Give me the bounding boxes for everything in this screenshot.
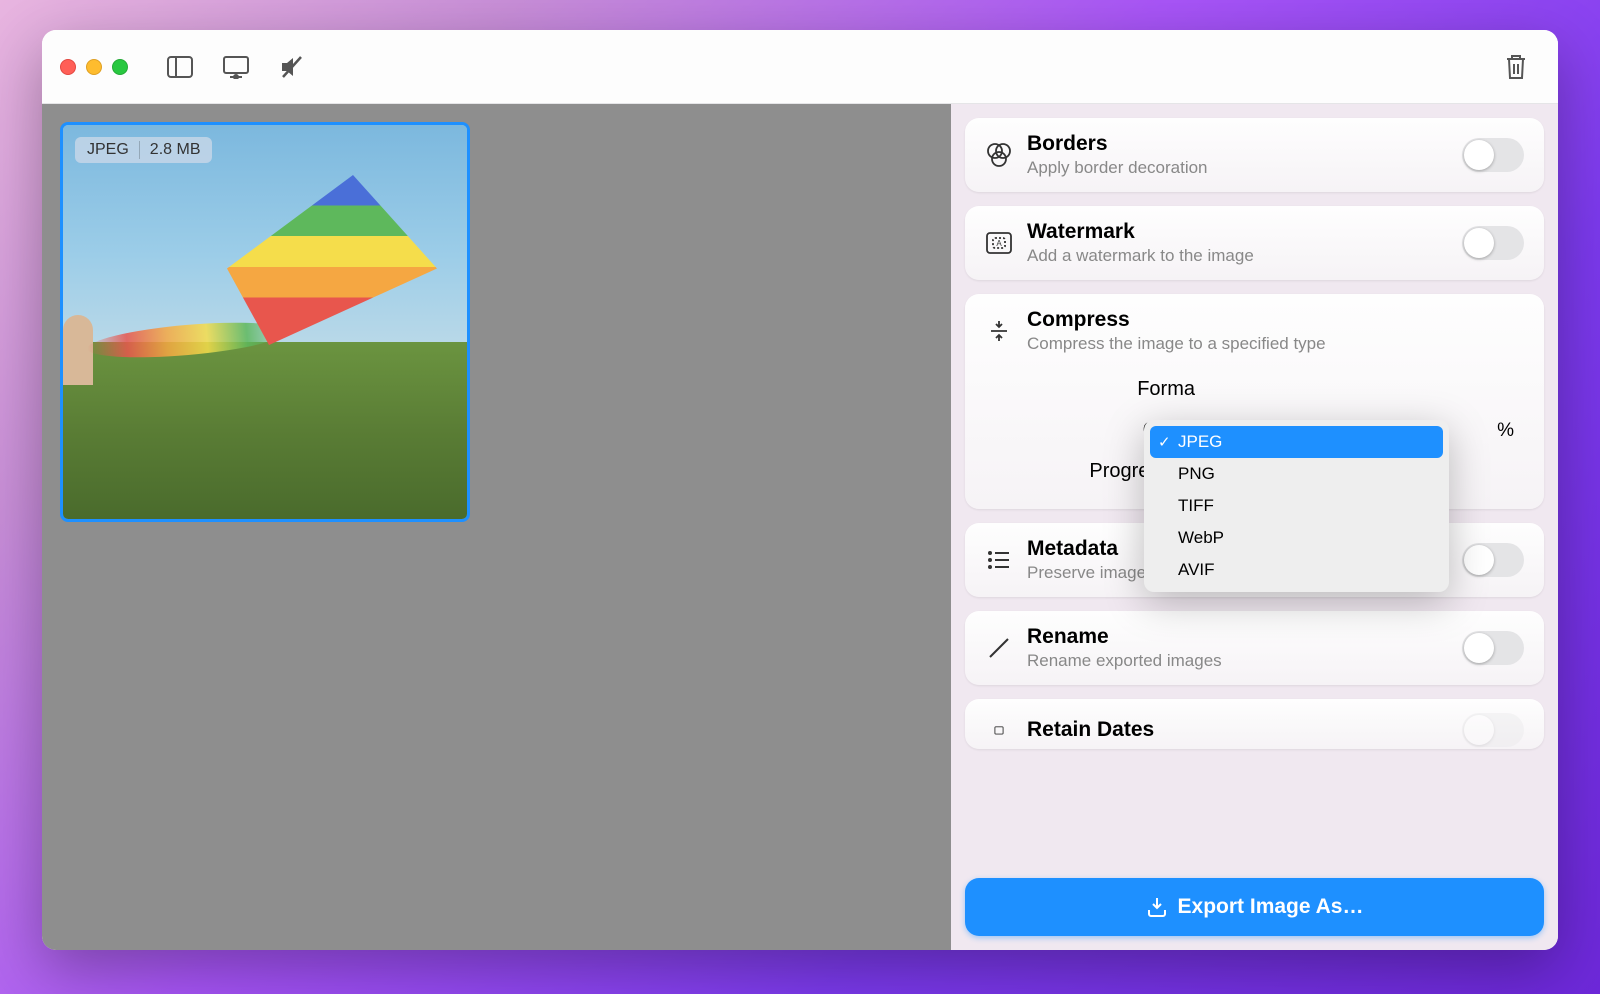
retain-dates-card: Retain Dates bbox=[965, 699, 1544, 749]
zoom-button[interactable] bbox=[112, 59, 128, 75]
rename-sub: Rename exported images bbox=[1027, 651, 1448, 671]
toolbar bbox=[42, 30, 1558, 104]
thumbnail-size: 2.8 MB bbox=[150, 141, 201, 159]
export-label: Export Image As… bbox=[1178, 895, 1364, 919]
trash-button[interactable] bbox=[1492, 47, 1540, 87]
borders-sub: Apply border decoration bbox=[1027, 158, 1448, 178]
rename-title: Rename bbox=[1027, 625, 1448, 649]
retain-dates-toggle[interactable] bbox=[1462, 713, 1524, 747]
speaker-muted-icon bbox=[279, 55, 305, 79]
window-controls bbox=[60, 59, 128, 75]
borders-card: Borders Apply border decoration bbox=[965, 118, 1544, 192]
thumbnail-badge: JPEG 2.8 MB bbox=[75, 137, 212, 163]
watermark-title: Watermark bbox=[1027, 220, 1448, 244]
format-label: Forma bbox=[985, 378, 1195, 401]
watermark-icon: A bbox=[985, 232, 1013, 254]
watermark-toggle[interactable] bbox=[1462, 226, 1524, 260]
content-area: JPEG 2.8 MB Borders Apply border decorat… bbox=[42, 104, 1558, 950]
sidebar-toggle-button[interactable] bbox=[156, 47, 204, 87]
rename-card: Rename Rename exported images bbox=[965, 611, 1544, 685]
format-dropdown[interactable]: JPEG PNG TIFF WebP AVIF bbox=[1144, 420, 1449, 592]
borders-title: Borders bbox=[1027, 132, 1448, 156]
compress-title: Compress bbox=[1027, 308, 1524, 332]
close-button[interactable] bbox=[60, 59, 76, 75]
compress-sub: Compress the image to a specified type bbox=[1027, 334, 1524, 354]
thumbnail-format: JPEG bbox=[87, 141, 129, 159]
retain-dates-title: Retain Dates bbox=[1027, 718, 1448, 742]
minimize-button[interactable] bbox=[86, 59, 102, 75]
dropdown-option-webp[interactable]: WebP bbox=[1150, 522, 1443, 554]
display-icon bbox=[222, 55, 250, 79]
rename-toggle[interactable] bbox=[1462, 631, 1524, 665]
rename-icon bbox=[985, 636, 1013, 660]
display-button[interactable] bbox=[212, 47, 260, 87]
retain-dates-icon bbox=[985, 725, 1013, 735]
compress-icon bbox=[985, 319, 1013, 343]
watermark-sub: Add a watermark to the image bbox=[1027, 246, 1448, 266]
quality-value-suffix: % bbox=[1497, 420, 1514, 442]
dropdown-option-jpeg[interactable]: JPEG bbox=[1150, 426, 1443, 458]
options-sidebar: Borders Apply border decoration A Waterm… bbox=[951, 104, 1558, 950]
trash-icon bbox=[1504, 53, 1528, 81]
preview-area: JPEG 2.8 MB bbox=[42, 104, 951, 950]
metadata-icon bbox=[985, 550, 1013, 570]
watermark-card: A Watermark Add a watermark to the image bbox=[965, 206, 1544, 280]
app-window: JPEG 2.8 MB Borders Apply border decorat… bbox=[42, 30, 1558, 950]
sidebar-icon bbox=[167, 56, 193, 78]
image-thumbnail[interactable]: JPEG 2.8 MB bbox=[60, 122, 470, 522]
export-button[interactable]: Export Image As… bbox=[965, 878, 1544, 936]
borders-icon bbox=[985, 142, 1013, 168]
dropdown-option-avif[interactable]: AVIF bbox=[1150, 554, 1443, 586]
borders-toggle[interactable] bbox=[1462, 138, 1524, 172]
dropdown-option-tiff[interactable]: TIFF bbox=[1150, 490, 1443, 522]
svg-text:A: A bbox=[996, 239, 1002, 248]
metadata-toggle[interactable] bbox=[1462, 543, 1524, 577]
dropdown-option-png[interactable]: PNG bbox=[1150, 458, 1443, 490]
export-icon bbox=[1146, 896, 1168, 918]
mute-button[interactable] bbox=[268, 47, 316, 87]
